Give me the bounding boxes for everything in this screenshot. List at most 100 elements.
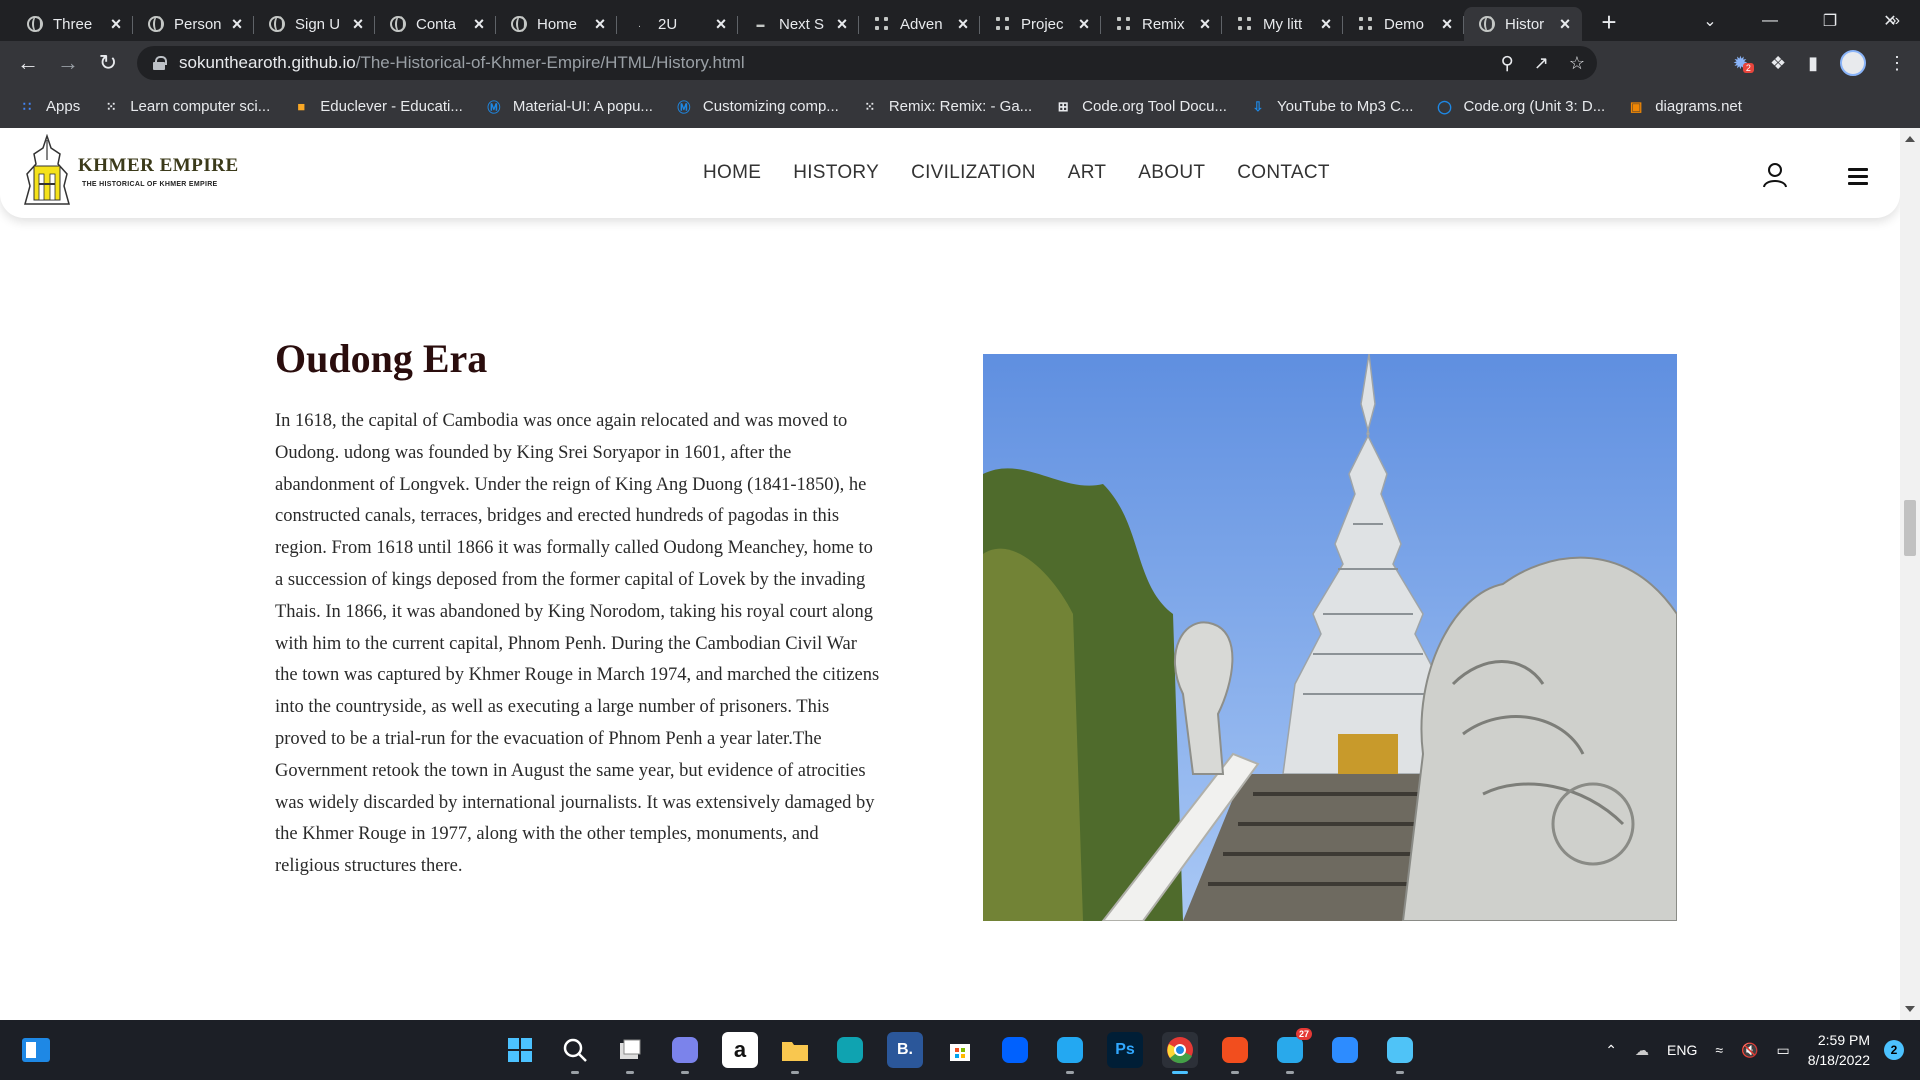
scroll-down-arrow-icon[interactable] bbox=[1905, 1006, 1915, 1012]
browser-tab[interactable]: Demo × bbox=[1343, 7, 1464, 41]
search-icon[interactable] bbox=[557, 1032, 593, 1074]
photoshop-icon[interactable]: Ps bbox=[1107, 1032, 1143, 1068]
scroll-thumb[interactable] bbox=[1904, 500, 1916, 556]
browser-tab[interactable]: Conta × bbox=[375, 7, 496, 41]
vscode-icon[interactable] bbox=[1052, 1032, 1088, 1074]
battery-icon[interactable]: ▭ bbox=[1776, 1042, 1789, 1059]
onedrive-icon[interactable]: ☁ bbox=[1635, 1042, 1649, 1059]
site-logo[interactable]: KHMER EMPIRE THE HISTORICAL OF KHMER EMP… bbox=[22, 134, 239, 208]
clock-date: 8/18/2022 bbox=[1807, 1052, 1870, 1068]
share-icon[interactable]: ↗ bbox=[1534, 53, 1549, 74]
amazon-icon[interactable]: a bbox=[722, 1032, 758, 1068]
browser-tab[interactable]: Remix × bbox=[1101, 7, 1222, 41]
tab-search-icon[interactable]: ⌄ bbox=[1680, 11, 1740, 31]
address-bar[interactable]: sokunthearoth.github.io/The-Historical-o… bbox=[137, 46, 1597, 80]
dots-icon bbox=[1357, 16, 1374, 33]
widgets-icon[interactable] bbox=[22, 1038, 50, 1062]
reload-button[interactable]: ↻ bbox=[88, 43, 128, 83]
notepad-icon[interactable] bbox=[1382, 1032, 1418, 1074]
dropbox-icon[interactable] bbox=[997, 1032, 1033, 1068]
zoom-icon[interactable] bbox=[1327, 1032, 1363, 1068]
tab-close-icon[interactable]: × bbox=[109, 15, 123, 33]
nav-link-contact[interactable]: CONTACT bbox=[1237, 162, 1330, 184]
tab-close-icon[interactable]: × bbox=[1198, 15, 1212, 33]
tab-close-icon[interactable]: × bbox=[714, 15, 728, 33]
hamburger-menu-icon[interactable] bbox=[1848, 168, 1868, 189]
nav-link-art[interactable]: ART bbox=[1068, 162, 1107, 184]
browser-tab[interactable]: My litt × bbox=[1222, 7, 1343, 41]
volume-muted-icon[interactable]: 🔇 bbox=[1741, 1042, 1758, 1059]
file-explorer-icon[interactable] bbox=[777, 1032, 813, 1074]
store-icon[interactable] bbox=[942, 1032, 978, 1068]
menu-dots-icon[interactable]: ⋮ bbox=[1888, 53, 1906, 74]
bookmark-item[interactable]: ⇩ YouTube to Mp3 C... bbox=[1249, 98, 1414, 116]
restore-button[interactable]: ❐ bbox=[1800, 11, 1860, 31]
nav-link-civilization[interactable]: CIVILIZATION bbox=[911, 162, 1036, 184]
new-tab-button[interactable]: + bbox=[1596, 7, 1622, 38]
browser-tab[interactable]: Sign U × bbox=[254, 7, 375, 41]
zoom-icon[interactable]: ⚲ bbox=[1501, 53, 1514, 74]
browser-tab[interactable]: Projec × bbox=[980, 7, 1101, 41]
bootstrap-icon[interactable]: B. bbox=[887, 1032, 923, 1068]
back-button[interactable]: ← bbox=[8, 43, 48, 83]
bookmark-item[interactable]: ◯ Code.org (Unit 3: D... bbox=[1435, 98, 1605, 116]
chrome-icon[interactable] bbox=[1162, 1032, 1198, 1074]
bookmark-item[interactable]: Ⓜ Material-UI: A popu... bbox=[485, 98, 653, 116]
bookmark-item[interactable]: ⁙ Learn computer sci... bbox=[102, 98, 271, 116]
extension-icon[interactable]: ✹ 2 bbox=[1733, 53, 1754, 74]
tab-close-icon[interactable]: × bbox=[593, 15, 607, 33]
browser-tab[interactable]: . 2U × bbox=[617, 7, 738, 41]
browser-tab[interactable]: Home × bbox=[496, 7, 617, 41]
scroll-up-arrow-icon[interactable] bbox=[1905, 136, 1915, 142]
bookmark-item[interactable]: ∷ Apps bbox=[18, 98, 80, 116]
teams-icon[interactable] bbox=[667, 1032, 703, 1074]
dots-icon bbox=[1236, 16, 1253, 33]
browser-tab[interactable]: Histor × bbox=[1464, 7, 1582, 41]
browser-tab[interactable]: Three × bbox=[12, 7, 133, 41]
browser-tab[interactable]: Person × bbox=[133, 7, 254, 41]
bookmark-label: Remix: Remix: - Ga... bbox=[888, 98, 1033, 115]
nav-link-history[interactable]: HISTORY bbox=[793, 162, 879, 184]
close-window-button[interactable]: ✕ bbox=[1860, 11, 1920, 31]
tab-title: Projec bbox=[1021, 15, 1064, 33]
browser-tab[interactable]: Adven × bbox=[859, 7, 980, 41]
bookmarks-overflow-icon[interactable]: » bbox=[1891, 12, 1900, 30]
tab-close-icon[interactable]: × bbox=[1319, 15, 1333, 33]
start-icon[interactable] bbox=[502, 1032, 538, 1068]
nav-link-about[interactable]: ABOUT bbox=[1138, 162, 1205, 184]
page-scrollbar[interactable] bbox=[1900, 128, 1920, 1020]
notification-badge[interactable]: 2 bbox=[1884, 1040, 1904, 1060]
tab-close-icon[interactable]: × bbox=[956, 15, 970, 33]
puzzle-icon[interactable]: ❖ bbox=[1770, 53, 1786, 74]
edge-icon[interactable] bbox=[832, 1032, 868, 1068]
language-indicator[interactable]: ENG bbox=[1667, 1042, 1697, 1058]
tab-close-icon[interactable]: × bbox=[1077, 15, 1091, 33]
user-icon[interactable] bbox=[1762, 162, 1788, 188]
bookmark-item[interactable]: Ⓜ Customizing comp... bbox=[675, 98, 838, 116]
bookmark-item[interactable]: ■ Educlever - Educati... bbox=[292, 98, 463, 116]
forward-button[interactable]: → bbox=[48, 43, 88, 83]
tab-close-icon[interactable]: × bbox=[1558, 15, 1572, 33]
tab-close-icon[interactable]: × bbox=[230, 15, 244, 33]
tab-close-icon[interactable]: × bbox=[351, 15, 365, 33]
tab-close-icon[interactable]: × bbox=[835, 15, 849, 33]
wifi-icon[interactable]: ≈ bbox=[1715, 1042, 1723, 1058]
telegram-icon[interactable]: 27 bbox=[1272, 1028, 1312, 1074]
figma-icon[interactable] bbox=[1217, 1032, 1253, 1074]
tab-close-icon[interactable]: × bbox=[1440, 15, 1454, 33]
profile-avatar[interactable] bbox=[1840, 50, 1866, 76]
side-panel-icon[interactable]: ▮ bbox=[1808, 53, 1818, 74]
clock[interactable]: 2:59 PM 8/18/2022 bbox=[1808, 1030, 1870, 1070]
lock-icon[interactable] bbox=[153, 56, 167, 70]
bookmark-item[interactable]: ⁙ Remix: Remix: - Ga... bbox=[861, 98, 1032, 116]
task-view-icon[interactable] bbox=[612, 1032, 648, 1074]
bookmark-item[interactable]: ⊞ Code.org Tool Docu... bbox=[1054, 98, 1227, 116]
browser-tab[interactable]: ▬ Next S × bbox=[738, 7, 859, 41]
nav-link-home[interactable]: HOME bbox=[703, 162, 761, 184]
tab-close-icon[interactable]: × bbox=[472, 15, 486, 33]
bookmark-item[interactable]: ▣ diagrams.net bbox=[1627, 98, 1742, 116]
tray-chevron-icon[interactable]: ⌃ bbox=[1605, 1042, 1617, 1059]
minimize-button[interactable]: — bbox=[1740, 12, 1800, 30]
dots-icon bbox=[994, 16, 1011, 33]
bookmark-star-icon[interactable]: ☆ bbox=[1569, 53, 1585, 74]
